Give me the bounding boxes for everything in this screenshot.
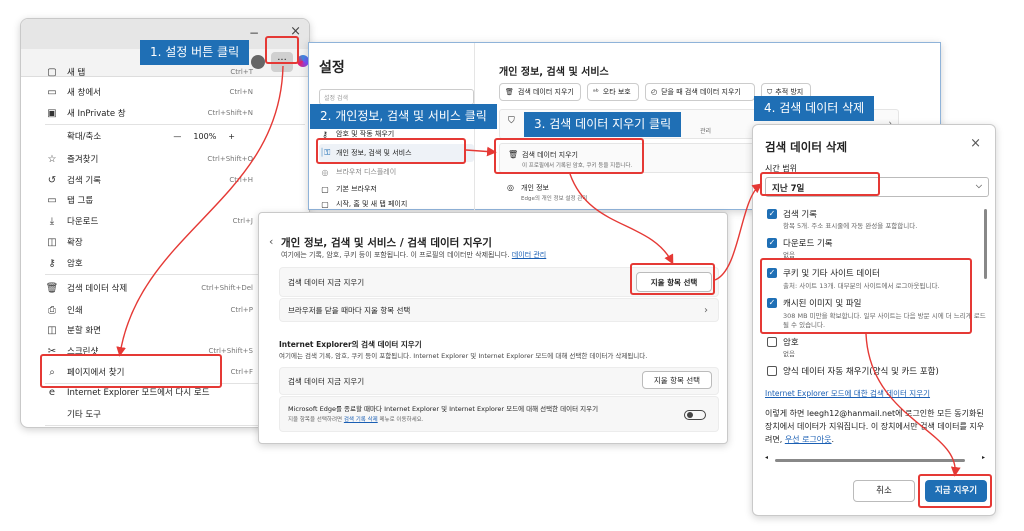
arrow-1 (116, 65, 284, 357)
step-1-callout: 1. 설정 버튼 클릭 (140, 40, 250, 65)
arrow-3 (569, 173, 674, 265)
step-4-callout: 4. 검색 데이터 삭제 (754, 96, 875, 121)
arrows (116, 65, 961, 477)
step-3-callout: 3. 검색 데이터 지우기 클릭 (524, 112, 682, 137)
arrow-2 (465, 146, 497, 157)
step-2-callout: 2. 개인정보, 검색 및 서비스 클릭 (310, 104, 497, 129)
arrow-5 (865, 333, 961, 477)
arrow-4 (714, 183, 763, 281)
